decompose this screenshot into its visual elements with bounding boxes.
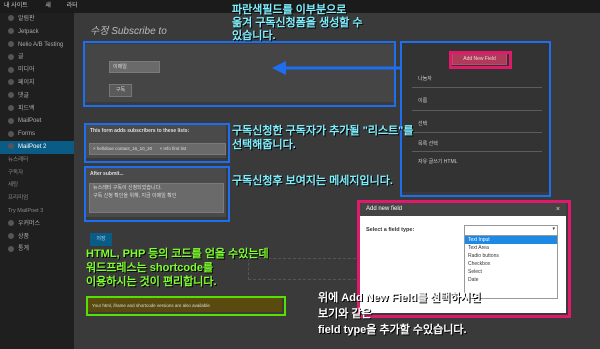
menu-icon xyxy=(8,232,14,239)
sidebar-item[interactable]: 뉴스레터 xyxy=(0,154,74,167)
highlight-after-submit xyxy=(84,166,230,222)
sidebar-item-label: 페이지 xyxy=(18,79,35,86)
highlight-shortcode xyxy=(86,296,286,316)
menu-icon xyxy=(8,92,14,99)
menu-icon xyxy=(8,117,14,124)
sidebar-item-label: 댓글 xyxy=(18,92,30,99)
annotation-shortcode: HTML, PHP 등의 코드를 얻을 수있는데 워드프레스는 shortcod… xyxy=(86,248,269,288)
highlight-lists xyxy=(84,123,230,163)
sidebar-item[interactable]: 우커머스 xyxy=(0,218,74,231)
sidebar-item-label: 뉴스레터 xyxy=(8,156,29,163)
sidebar-item[interactable]: 통계 xyxy=(0,243,74,256)
topbar-extra-link[interactable]: 라터 xyxy=(67,3,78,9)
menu-icon xyxy=(8,41,14,48)
annotation-message: 구독신청후 보여지는 메세지입니다. xyxy=(232,175,393,187)
topbar-new-link[interactable]: 새 xyxy=(45,3,51,9)
annotation-drag-fields: 파란색필드를 이부분으로 옮겨 구독신청폼을 생성할 수 있습니다. xyxy=(232,4,363,42)
menu-icon xyxy=(8,220,14,227)
sidebar-item[interactable]: 세팅 xyxy=(0,179,74,192)
sidebar-item[interactable]: 페이지 xyxy=(0,77,74,90)
menu-icon xyxy=(8,53,14,60)
sidebar-item[interactable]: Nelio A/B Testing xyxy=(0,39,74,52)
sidebar-item[interactable]: Try MailPoet 3 xyxy=(0,205,74,218)
topbar-site-link[interactable]: 내 사이트 xyxy=(4,3,28,9)
page-title: 수정 Subscribe to xyxy=(90,26,167,37)
menu-icon xyxy=(8,66,14,73)
sidebar-item[interactable]: 댓글 xyxy=(0,90,74,103)
menu-icon xyxy=(8,15,14,22)
sidebar-item-label: 구독자 xyxy=(8,169,24,176)
sidebar-item-label: 글 xyxy=(18,54,24,61)
sidebar-item[interactable]: 글 xyxy=(0,51,74,64)
highlight-add-field xyxy=(449,51,512,69)
menu-icon xyxy=(8,130,14,137)
sidebar-item[interactable]: 상품 xyxy=(0,231,74,244)
sidebar-item-label: 프리미엄 xyxy=(8,195,29,202)
sidebar-item-label: 미디어 xyxy=(18,67,35,74)
sidebar-item[interactable]: 알림판 xyxy=(0,13,74,26)
sidebar-item[interactable]: 프리미엄 xyxy=(0,192,74,205)
menu-icon xyxy=(8,79,14,86)
sidebar-item-label: 상품 xyxy=(18,233,30,240)
menu-icon xyxy=(8,143,14,150)
sidebar-item[interactable]: 피드백 xyxy=(0,103,74,116)
save-button[interactable]: 저장 xyxy=(90,233,112,246)
annotation-lists: 구독신청한 구독자가 추가될 "리스트"를 선택해줍니다. xyxy=(232,125,414,151)
sidebar-item-label: Forms xyxy=(18,131,35,138)
sidebar-item-label: 우커머스 xyxy=(18,220,41,227)
sidebar-item-label: Jetpack xyxy=(18,28,39,35)
sidebar-item-label: 세팅 xyxy=(8,182,19,189)
sidebar-item[interactable]: MailPoet 2 xyxy=(0,140,74,154)
annotation-add-field: 위에 Add New Field를 선택하시면 보기와 같은 field typ… xyxy=(318,292,481,336)
menu-icon xyxy=(8,28,14,35)
sidebar-item-label: MailPoet xyxy=(18,118,42,125)
sidebar-item[interactable]: Jetpack xyxy=(0,26,74,39)
arrow-icon xyxy=(272,61,400,75)
sidebar-item-label: 피드백 xyxy=(18,105,35,112)
sidebar-item[interactable]: 구독자 xyxy=(0,167,74,180)
sidebar-item-label: 알림판 xyxy=(18,16,35,22)
sidebar-item-label: MailPoet 2 xyxy=(18,143,47,150)
sidebar-item[interactable]: 미디어 xyxy=(0,64,74,77)
sidebar-item-label: Nelio A/B Testing xyxy=(18,41,64,48)
sidebar-item[interactable]: MailPoet xyxy=(0,115,74,128)
menu-icon xyxy=(8,245,14,252)
sidebar-item-label: Try MailPoet 3 xyxy=(8,207,44,214)
menu-icon xyxy=(8,105,14,111)
admin-sidebar: 알림판 Jetpack Nelio A/B Testing 글미디어페이지댓글피드백 M… xyxy=(0,13,74,349)
sidebar-item[interactable]: Forms xyxy=(0,128,74,141)
sidebar-item-label: 통계 xyxy=(18,246,30,253)
